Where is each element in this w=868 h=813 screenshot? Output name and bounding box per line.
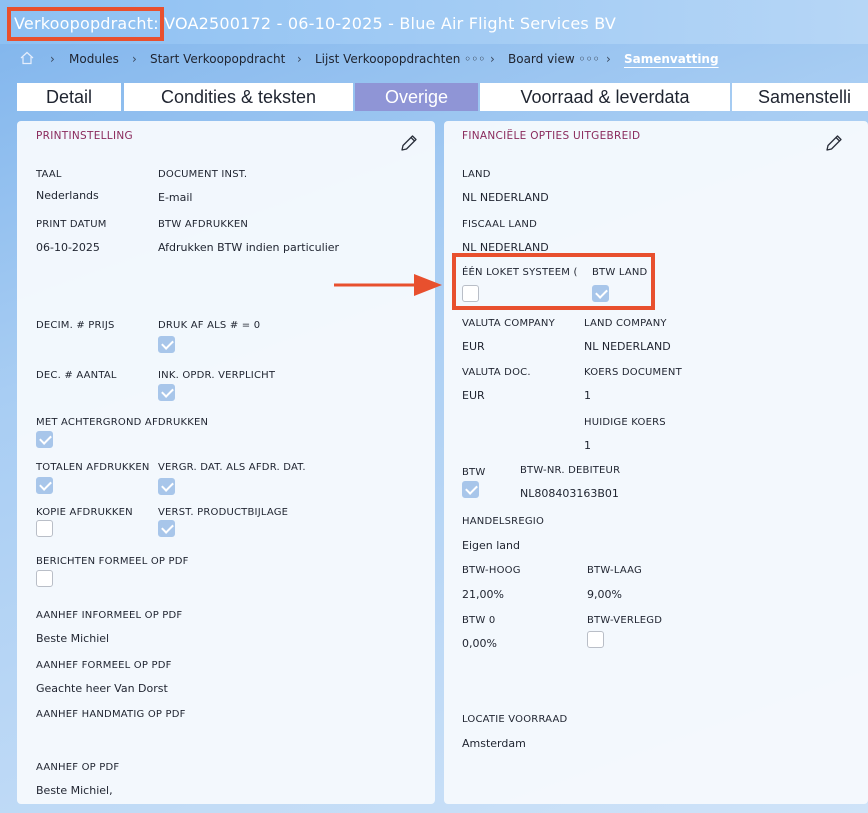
koers-document-value: 1: [584, 389, 591, 402]
title-highlight-box: [7, 7, 164, 41]
berichten-formeel-checkbox[interactable]: [36, 570, 53, 587]
breadcrumb-modules[interactable]: Modules: [69, 52, 119, 66]
kopie-label: KOPIE AFDRUKKEN: [36, 507, 133, 518]
aanhef-pdf-label: AANHEF OP PDF: [36, 762, 120, 773]
btw-hoog-label: BTW-HOOG: [462, 565, 521, 576]
tab-bar: Detail Condities & teksten Overige Voorr…: [17, 83, 868, 111]
arrow-right-icon: [334, 274, 442, 296]
valuta-company-label: VALUTA COMPANY: [462, 318, 555, 329]
huidige-koers-value: 1: [584, 439, 591, 452]
btw-0-value: 0,00%: [462, 637, 497, 650]
document-inst-value: E-mail: [158, 191, 193, 204]
btw-checkbox[interactable]: [462, 481, 479, 498]
edit-pencil-icon[interactable]: [399, 133, 419, 153]
handelsregio-value: Eigen land: [462, 539, 520, 552]
valuta-doc-value: EUR: [462, 389, 485, 402]
kopie-checkbox[interactable]: [36, 520, 53, 537]
totalen-checkbox[interactable]: [36, 477, 53, 494]
aanhef-pdf-value: Beste Michiel,: [36, 784, 113, 797]
tab-detail[interactable]: Detail: [17, 83, 121, 111]
aanhef-formeel-label: AANHEF FORMEEL OP PDF: [36, 660, 172, 671]
btw-laag-label: BTW-LAAG: [587, 565, 642, 576]
print-datum-value: 06-10-2025: [36, 241, 100, 254]
druk-af-checkbox[interactable]: [158, 336, 175, 353]
breadcrumb-samenvatting[interactable]: Samenvatting: [624, 52, 719, 66]
btw-nr-debiteur-label: BTW-NR. DEBITEUR: [520, 465, 621, 476]
btw-afdrukken-label: BTW AFDRUKKEN: [158, 219, 249, 230]
land-company-label: LAND COMPANY: [584, 318, 667, 329]
btw-nr-debiteur-value: NL808403163B01: [520, 487, 619, 500]
tab-overige[interactable]: Overige: [355, 83, 478, 111]
land-company-value: NL NEDERLAND: [584, 340, 671, 353]
breadcrumb-lijst-verkoopopdrachten[interactable]: Lijst Verkoopopdrachten ◦◦◦: [315, 52, 485, 66]
land-label: LAND: [462, 169, 491, 180]
achtergrond-checkbox[interactable]: [36, 431, 53, 448]
panel-title: FINANCIËLE OPTIES UITGEBREID: [462, 130, 641, 142]
fiscaal-land-label: FISCAAL LAND: [462, 219, 537, 230]
tab-condities-teksten[interactable]: Condities & teksten: [124, 83, 353, 111]
totalen-label: TOTALEN AFDRUKKEN: [36, 462, 150, 473]
verst-productbijlage-label: VERST. PRODUCTBIJLAGE: [158, 507, 289, 518]
panel-title: PRINTINSTELLING: [36, 130, 133, 142]
locatie-voorraad-label: LOCATIE VOORRAAD: [462, 714, 568, 725]
btw-hoog-value: 21,00%: [462, 588, 504, 601]
decim-prijs-label: DECIM. # PRIJS: [36, 320, 115, 331]
financiele-opties-panel: FINANCIËLE OPTIES UITGEBREID LAND NL NED…: [444, 121, 868, 804]
document-inst-label: DOCUMENT INST.: [158, 169, 248, 180]
koers-document-label: KOERS DOCUMENT: [584, 367, 682, 378]
aanhef-formeel-value: Geachte heer Van Dorst: [36, 682, 168, 695]
vergr-dat-label: VERGR. DAT. ALS AFDR. DAT.: [158, 462, 306, 473]
handelsregio-label: HANDELSREGIO: [462, 516, 545, 527]
valuta-company-value: EUR: [462, 340, 485, 353]
btw-verlegd-label: BTW-VERLEGD: [587, 615, 663, 626]
berichten-formeel-label: BERICHTEN FORMEEL OP PDF: [36, 556, 189, 567]
btw-laag-value: 9,00%: [587, 588, 622, 601]
druk-af-label: DRUK AF ALS # = 0: [158, 320, 261, 331]
edit-pencil-icon[interactable]: [824, 133, 844, 153]
breadcrumb: › Modules › Start Verkoopopdracht › Lijs…: [50, 52, 719, 66]
ink-opdr-checkbox[interactable]: [158, 384, 175, 401]
vergr-dat-checkbox[interactable]: [158, 478, 175, 495]
aanhef-informeel-label: AANHEF INFORMEEL OP PDF: [36, 610, 183, 621]
taal-value: Nederlands: [36, 189, 99, 202]
btw-verlegd-checkbox[interactable]: [587, 631, 604, 648]
tab-samenstelling[interactable]: Samenstelli: [732, 83, 868, 111]
taal-label: TAAL: [36, 169, 62, 180]
btw-0-label: BTW 0: [462, 615, 496, 626]
ink-opdr-label: INK. OPDR. VERPLICHT: [158, 370, 276, 381]
huidige-koers-label: HUIDIGE KOERS: [584, 417, 666, 428]
aanhef-informeel-value: Beste Michiel: [36, 632, 110, 645]
valuta-doc-label: VALUTA DOC.: [462, 367, 531, 378]
achtergrond-label: MET ACHTERGROND AFDRUKKEN: [36, 417, 209, 428]
land-value: NL NEDERLAND: [462, 191, 549, 204]
printinstelling-panel: PRINTINSTELLING TAAL Nederlands DOCUMENT…: [17, 121, 435, 804]
print-datum-label: PRINT DATUM: [36, 219, 107, 230]
dec-aantal-label: DEC. # AANTAL: [36, 370, 117, 381]
checkbox-highlight-box: [452, 253, 655, 310]
breadcrumb-board-view[interactable]: Board view ◦◦◦: [508, 52, 600, 66]
breadcrumb-start-verkoopopdracht[interactable]: Start Verkoopopdracht: [150, 52, 285, 66]
btw-label: BTW: [462, 467, 486, 478]
btw-afdrukken-value: Afdrukken BTW indien particulier: [158, 241, 340, 254]
aanhef-handmatig-label: AANHEF HANDMATIG OP PDF: [36, 709, 186, 720]
locatie-voorraad-value: Amsterdam: [462, 737, 526, 750]
verst-productbijlage-checkbox[interactable]: [158, 520, 175, 537]
tab-voorraad-leverdata[interactable]: Voorraad & leverdata: [480, 83, 730, 111]
